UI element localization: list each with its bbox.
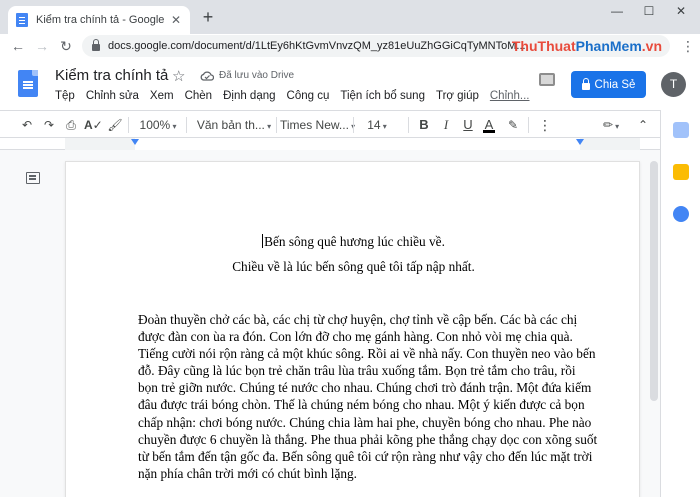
menu-insert[interactable]: Chèn bbox=[185, 90, 213, 102]
browser-titlebar: Kiểm tra chính tả - Google Tài liệu ✕ + … bbox=[0, 0, 700, 34]
font-size-select[interactable]: 14 bbox=[360, 115, 394, 135]
side-panel bbox=[660, 110, 700, 497]
italic-button[interactable]: I bbox=[438, 115, 454, 135]
docs-logo-icon[interactable] bbox=[18, 70, 38, 97]
minimize-button[interactable]: — bbox=[602, 0, 632, 22]
right-indent-marker[interactable] bbox=[576, 139, 584, 145]
ruler[interactable] bbox=[0, 138, 660, 150]
menu-edit[interactable]: Chỉnh sửa bbox=[86, 90, 139, 102]
toolbar-divider bbox=[128, 117, 129, 133]
saved-status: Đã lưu vào Drive bbox=[219, 70, 295, 81]
document-canvas: Bến sông quê hương lúc chiều về. Chiều v… bbox=[0, 138, 660, 497]
spellcheck-icon[interactable]: A✓ bbox=[84, 115, 103, 135]
menu-addons[interactable]: Tiện ích bổ sung bbox=[340, 90, 425, 102]
toolbar-divider bbox=[276, 117, 277, 133]
text-cursor bbox=[262, 234, 264, 248]
menu-help[interactable]: Trợ giúp bbox=[436, 90, 479, 102]
docs-header: Kiểm tra chính tả ☆ Đã lưu vào Drive Tệp… bbox=[0, 58, 700, 110]
browser-tab[interactable]: Kiểm tra chính tả - Google Tài liệu ✕ bbox=[8, 6, 190, 34]
document-paragraph: Đoàn thuyền chở các bà, các chị từ chợ h… bbox=[138, 312, 598, 481]
maximize-button[interactable]: ☐ bbox=[634, 0, 664, 22]
keep-icon[interactable] bbox=[673, 164, 689, 180]
ruler-right-margin bbox=[580, 138, 640, 150]
undo-icon[interactable]: ↶ bbox=[18, 115, 36, 135]
tab-title: Kiểm tra chính tả - Google Tài liệu bbox=[36, 14, 164, 26]
left-indent-marker[interactable] bbox=[131, 139, 139, 145]
font-family-select[interactable]: Times New... bbox=[280, 115, 349, 135]
tasks-icon[interactable] bbox=[673, 206, 689, 222]
document-title[interactable]: Kiểm tra chính tả bbox=[55, 67, 168, 84]
document-heading-2: Chiều về là lúc bến sông quê tôi tấp nập… bbox=[232, 259, 475, 274]
comment-history-icon[interactable] bbox=[539, 73, 555, 86]
ruler-left-margin bbox=[65, 138, 135, 150]
vertical-scrollbar[interactable] bbox=[648, 161, 660, 497]
print-icon[interactable]: ⎙ bbox=[62, 115, 80, 135]
toolbar-divider bbox=[186, 117, 187, 133]
zoom-select[interactable]: 100% bbox=[136, 115, 180, 135]
docs-favicon-icon bbox=[16, 13, 28, 27]
highlight-pen-icon[interactable]: ✎ bbox=[504, 115, 522, 135]
cloud-saved-icon bbox=[200, 71, 214, 81]
star-icon[interactable]: ☆ bbox=[172, 67, 185, 85]
toolbar-divider bbox=[528, 117, 529, 133]
menu-format[interactable]: Định dạng bbox=[223, 90, 275, 102]
formatting-toolbar: ↶ ↷ ⎙ A✓ 🖌 100% Văn bản th... Times New.… bbox=[0, 110, 660, 138]
calendar-icon[interactable] bbox=[673, 122, 689, 138]
underline-button[interactable]: U bbox=[460, 115, 476, 135]
menu-view[interactable]: Xem bbox=[150, 90, 174, 102]
address-bar[interactable]: docs.google.com/document/d/1LtEy6hKtGvmV… bbox=[82, 35, 670, 57]
redo-icon[interactable]: ↷ bbox=[40, 115, 58, 135]
menu-last-edit[interactable]: Chỉnh... bbox=[490, 90, 530, 102]
menu-tools[interactable]: Công cụ bbox=[287, 90, 330, 102]
scrollbar-thumb[interactable] bbox=[650, 161, 658, 401]
user-avatar[interactable]: T bbox=[661, 72, 686, 97]
ruler-page bbox=[65, 138, 640, 150]
menu-file[interactable]: Tệp bbox=[55, 90, 75, 102]
toolbar-divider bbox=[353, 117, 354, 133]
paint-format-icon[interactable]: 🖌 bbox=[106, 115, 124, 135]
bold-button[interactable]: B bbox=[416, 115, 432, 135]
padlock-icon bbox=[581, 77, 590, 90]
browser-menu-icon[interactable]: ⋮ bbox=[680, 36, 696, 56]
close-window-button[interactable]: ✕ bbox=[666, 0, 696, 22]
url-text: docs.google.com/document/d/1LtEy6hKtGvmV… bbox=[108, 40, 526, 52]
more-options-icon[interactable]: ⋮ bbox=[536, 115, 554, 135]
back-arrow-icon[interactable]: ← bbox=[8, 36, 28, 56]
tab-close-icon[interactable]: ✕ bbox=[170, 13, 182, 27]
share-button[interactable]: Chia Sẻ bbox=[571, 71, 646, 98]
forward-arrow-icon[interactable]: → bbox=[32, 36, 52, 56]
lock-icon bbox=[92, 39, 100, 51]
browser-navbar: ← → ↻ docs.google.com/document/d/1LtEy6h… bbox=[0, 34, 700, 58]
document-heading-1: Bến sông quê hương lúc chiều về. bbox=[262, 234, 445, 249]
reload-icon[interactable]: ↻ bbox=[56, 36, 76, 56]
paragraph-style-select[interactable]: Văn bản th... bbox=[194, 115, 274, 135]
docs-menubar: Tệp Chỉnh sửa Xem Chèn Định dạng Công cụ… bbox=[55, 90, 541, 102]
site-watermark: ThuThuatPhanMem.vn bbox=[511, 38, 662, 54]
hide-menus-chevron-icon[interactable]: ⌃ bbox=[634, 115, 652, 135]
text-color-swatch bbox=[483, 130, 495, 133]
text-color-button[interactable]: A bbox=[480, 115, 498, 135]
share-label: Chia Sẻ bbox=[594, 78, 636, 91]
document-page[interactable]: Bến sông quê hương lúc chiều về. Chiều v… bbox=[65, 161, 640, 497]
document-outline-icon[interactable] bbox=[26, 172, 40, 184]
new-tab-button[interactable]: + bbox=[198, 8, 218, 28]
editing-mode-pencil-icon[interactable]: ✏ bbox=[598, 115, 624, 135]
toolbar-divider bbox=[408, 117, 409, 133]
